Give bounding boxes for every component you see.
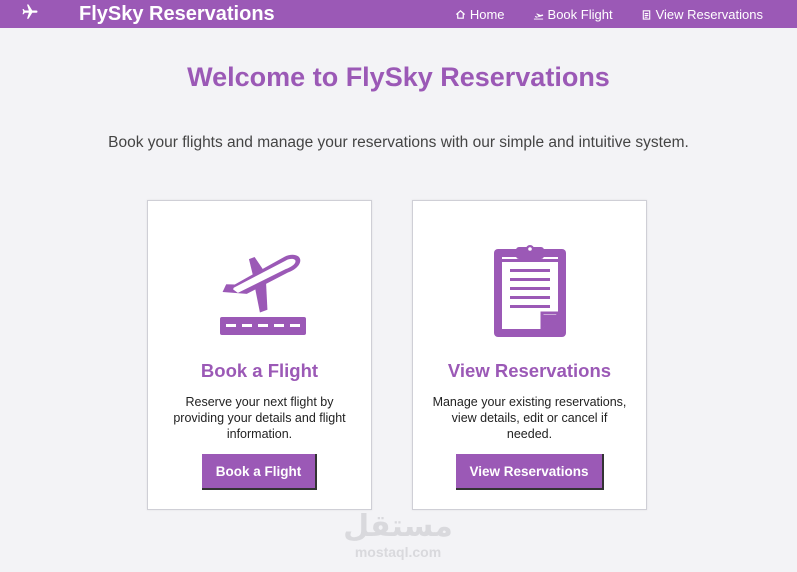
watermark: مستقل mostaql.com	[340, 510, 456, 564]
card-description: Manage your existing reservations, view …	[432, 395, 627, 441]
nav-link-label: Home	[469, 6, 505, 22]
view-reservations-card: View Reservations Manage your existing r…	[412, 200, 647, 510]
clipboard-icon	[642, 9, 650, 20]
book-flight-card: Book a Flight Reserve your next flight b…	[147, 200, 372, 510]
nav-link-view-reservations[interactable]: View Reservations	[641, 7, 763, 22]
card-title: Book a Flight	[200, 360, 319, 381]
nav-link-label: Book Flight	[547, 6, 613, 22]
view-reservations-button[interactable]: View Reservations	[456, 454, 604, 490]
watermark-latin: mostaql.com	[354, 544, 442, 560]
plane-takeoff-icon	[148, 243, 371, 339]
page-title: Welcome to FlySky Reservations	[187, 62, 610, 92]
home-icon	[455, 9, 465, 19]
nav-links: Home Book Flight View Reservations	[455, 0, 763, 28]
nav-link-home[interactable]: Home	[455, 7, 505, 22]
watermark-arabic: مستقل	[343, 509, 453, 544]
top-navbar: FlySky Reservations Home Book Flight Vie…	[0, 0, 797, 28]
card-description: Reserve your next flight by providing yo…	[173, 395, 346, 441]
nav-link-label: View Reservations	[655, 6, 763, 22]
airplane-logo-icon	[20, 3, 42, 23]
book-flight-button[interactable]: Book a Flight	[202, 454, 317, 490]
page-subtitle: Book your flights and manage your reserv…	[108, 134, 689, 151]
brand-title[interactable]: FlySky Reservations	[79, 2, 275, 26]
clipboard-list-icon	[413, 243, 646, 339]
plane-departure-icon	[533, 12, 543, 20]
card-title: View Reservations	[447, 360, 612, 381]
nav-link-book-flight[interactable]: Book Flight	[533, 7, 613, 22]
